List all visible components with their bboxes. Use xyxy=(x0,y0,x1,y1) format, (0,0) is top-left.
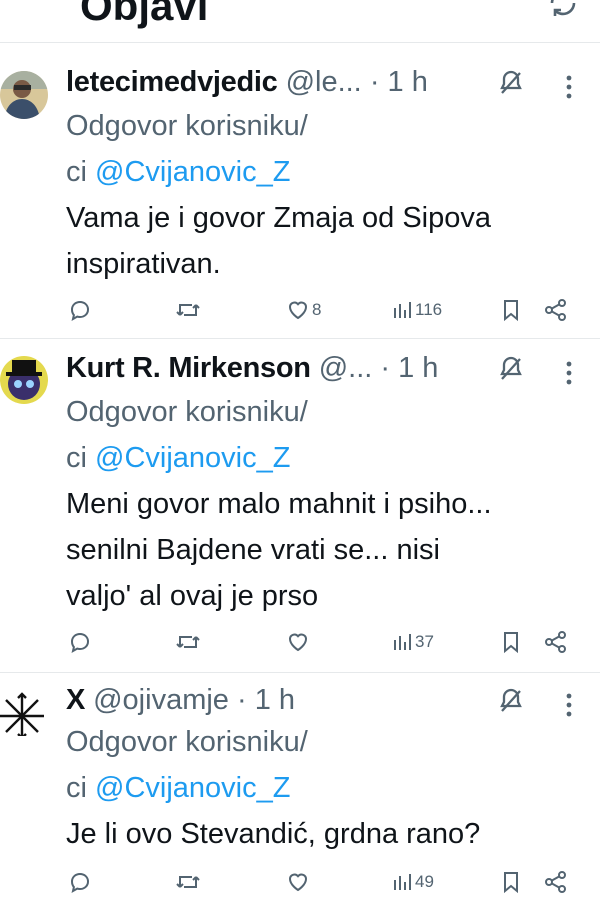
mention-link[interactable]: @Cvijanovic_Z xyxy=(95,442,290,474)
post-header: Kurt R. Mirkenson @... · 1 h xyxy=(66,348,600,388)
views-icon xyxy=(391,298,413,322)
reply-context-label: Odgovor korisniku/ xyxy=(66,726,308,758)
views-count: 37 xyxy=(415,632,434,651)
views-button[interactable]: 49 xyxy=(391,870,434,894)
post-text: senilni Bajdene vrati se... nisi xyxy=(66,534,440,566)
bookmark-icon xyxy=(500,870,522,894)
bookmark-button[interactable] xyxy=(500,870,522,894)
more-icon[interactable] xyxy=(566,688,572,728)
post-item[interactable]: Kurt R. Mirkenson @... · 1 h Odgovor kor… xyxy=(0,338,600,673)
reply-context-prefix: ci xyxy=(66,442,87,474)
views-count: 116 xyxy=(415,300,443,319)
views-button[interactable]: 116 xyxy=(391,298,442,322)
bookmark-icon xyxy=(500,298,522,322)
action-bar: 37 xyxy=(0,630,600,658)
repost-icon xyxy=(174,298,202,322)
page-title: Objavi xyxy=(80,0,209,29)
share-icon xyxy=(543,298,569,322)
bookmark-button[interactable] xyxy=(500,630,522,654)
post-header: X @ojivamje · 1 h xyxy=(66,680,600,720)
timestamp[interactable]: · 1 h xyxy=(380,352,438,384)
avatar[interactable] xyxy=(0,71,48,119)
reply-button[interactable] xyxy=(68,870,92,894)
bookmark-button[interactable] xyxy=(500,298,522,322)
views-icon xyxy=(391,630,413,654)
reply-icon xyxy=(68,870,92,894)
mention-link[interactable]: @Cvijanovic_Z xyxy=(95,156,290,188)
action-bar: 8 116 xyxy=(0,298,600,326)
reply-context-label: Odgovor korisniku/ xyxy=(66,110,308,142)
views-count: 49 xyxy=(415,872,434,891)
post-header: letecimedvjedic @le... · 1 h xyxy=(66,62,600,102)
muted-icon xyxy=(497,68,525,108)
reply-context-prefix: ci xyxy=(66,156,87,188)
reply-icon xyxy=(68,298,92,322)
timestamp[interactable]: · 1 h xyxy=(237,684,295,716)
share-button[interactable] xyxy=(543,630,569,654)
muted-icon xyxy=(497,354,525,394)
reply-button[interactable] xyxy=(68,298,92,322)
post-text: Meni govor malo mahnit i psiho... xyxy=(66,488,492,520)
post-item[interactable]: X @ojivamje · 1 h Odgovor korisniku/ ci … xyxy=(0,672,600,900)
repost-button[interactable] xyxy=(174,630,202,654)
reply-context-label: Odgovor korisniku/ xyxy=(66,396,308,428)
more-icon[interactable] xyxy=(566,70,572,110)
handle[interactable]: @le... xyxy=(286,66,362,98)
reply-context-prefix: ci xyxy=(66,772,87,804)
display-name[interactable]: X xyxy=(66,684,85,716)
heart-icon xyxy=(286,870,310,894)
mention-link[interactable]: @Cvijanovic_Z xyxy=(95,772,290,804)
refresh-icon[interactable] xyxy=(546,0,580,25)
like-button[interactable]: 8 xyxy=(286,298,321,322)
muted-icon xyxy=(497,686,525,726)
display-name[interactable]: letecimedvjedic xyxy=(66,66,278,98)
views-button[interactable]: 37 xyxy=(391,630,434,654)
heart-icon xyxy=(286,298,310,322)
handle[interactable]: @... xyxy=(319,352,373,384)
avatar[interactable] xyxy=(0,688,46,736)
reply-context: ci @Cvijanovic_Z xyxy=(66,440,290,476)
timestamp[interactable]: · 1 h xyxy=(370,66,428,98)
reply-button[interactable] xyxy=(68,630,92,654)
post-text: inspirativan. xyxy=(66,248,221,280)
bookmark-icon xyxy=(500,630,522,654)
more-icon[interactable] xyxy=(566,356,572,396)
post-text: Vama je i govor Zmaja od Sipova xyxy=(66,202,492,234)
like-button[interactable] xyxy=(286,630,312,654)
repost-button[interactable] xyxy=(174,870,202,894)
post-text: Je li ovo Stevandić, grdna rano? xyxy=(66,818,481,850)
repost-button[interactable] xyxy=(174,298,202,322)
action-bar: 49 xyxy=(0,870,600,898)
share-button[interactable] xyxy=(543,870,569,894)
views-icon xyxy=(391,870,413,894)
share-icon xyxy=(543,870,569,894)
display-name[interactable]: Kurt R. Mirkenson xyxy=(66,352,311,384)
reply-context: ci @Cvijanovic_Z xyxy=(66,770,290,806)
handle[interactable]: @ojivamje xyxy=(93,684,229,716)
repost-icon xyxy=(174,630,202,654)
like-count: 8 xyxy=(312,300,322,319)
avatar[interactable] xyxy=(0,356,48,404)
post-item[interactable]: letecimedvjedic @le... · 1 h Odgovor kor… xyxy=(0,42,600,339)
reply-icon xyxy=(68,630,92,654)
share-icon xyxy=(543,630,569,654)
top-bar: Objavi xyxy=(0,0,600,43)
like-button[interactable] xyxy=(286,870,312,894)
reply-context: ci @Cvijanovic_Z xyxy=(66,154,290,190)
heart-icon xyxy=(286,630,310,654)
share-button[interactable] xyxy=(543,298,569,322)
post-text: valjo' al ovaj je prso xyxy=(66,580,319,612)
repost-icon xyxy=(174,870,202,894)
